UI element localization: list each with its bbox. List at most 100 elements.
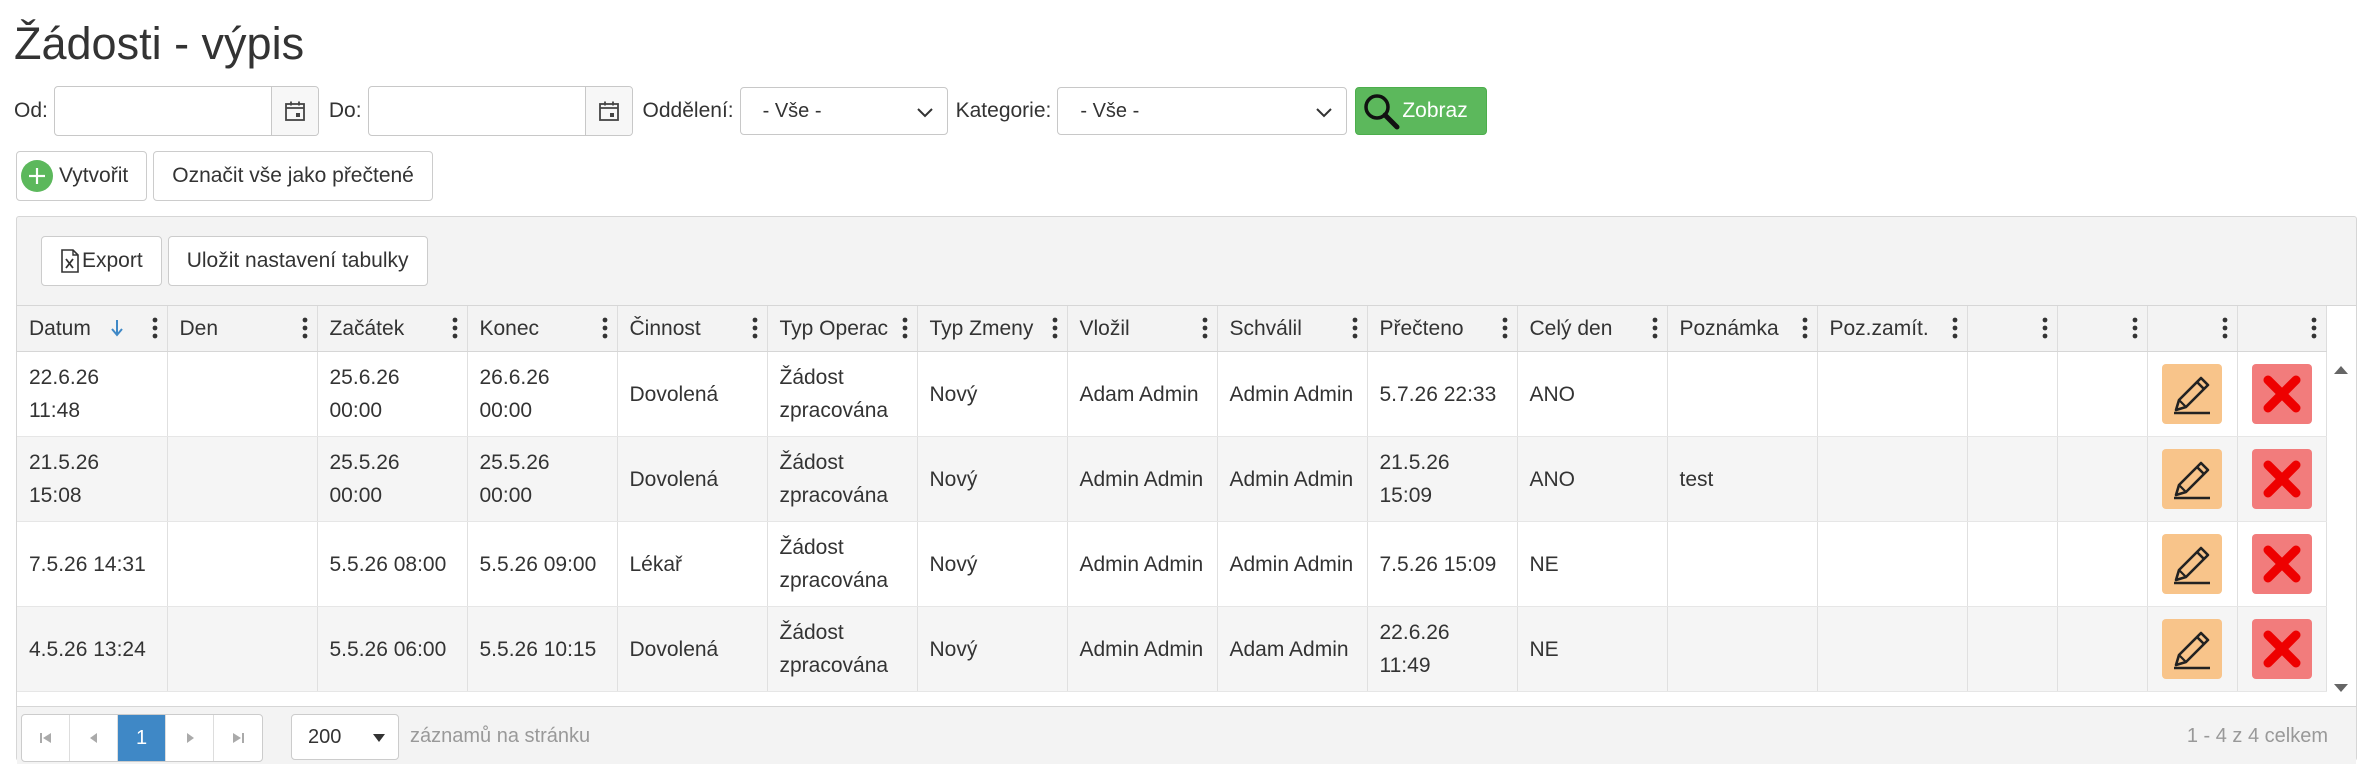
column-header[interactable] [2237,306,2327,352]
od-date-input[interactable] [54,87,271,133]
table-cell: Adam Admin [1217,606,1368,692]
page: Žádosti - výpis Od: Do: Oddělení: - Vše … [0,0,2372,784]
column-header[interactable]: Typ Operac [767,306,918,352]
delete-button[interactable] [2251,364,2312,424]
first-page-button[interactable] [22,715,70,761]
vertical-dots-icon[interactable] [901,316,909,340]
od-date-picker [53,86,319,136]
vertical-dots-icon[interactable] [1351,316,1359,340]
delete-button[interactable] [2251,449,2312,509]
table-row[interactable]: 21.5.26 15:08 25.5.26 00:00 25.5.26 00:00 D… [17,436,2327,522]
table-cell [1817,351,1968,437]
do-date-input[interactable] [368,87,585,133]
pencil-icon [2174,461,2210,500]
create-button[interactable]: Vytvořit [16,151,148,201]
current-page-button[interactable]: 1 [118,715,166,761]
scroll-down-arrow-icon[interactable] [2326,678,2356,698]
column-header[interactable]: Datum [17,306,168,352]
page-size-select[interactable]: 200 [291,714,399,760]
page-size-label: záznamů na stránku [410,725,591,747]
table-cell: 7.5.26 15:09 [1367,521,1518,607]
column-header[interactable] [2147,306,2238,352]
column-header[interactable]: Začátek [317,306,468,352]
column-header[interactable]: Schválil [1217,306,1368,352]
column-header[interactable]: Celý den [1517,306,1668,352]
save-table-settings-button[interactable]: Uložit nastavení tabulky [167,236,428,286]
vertical-dots-icon[interactable] [301,316,309,340]
vertical-dots-icon[interactable] [1201,316,1209,340]
table-cell: ANO [1517,436,1668,522]
table-row[interactable]: 7.5.26 14:31 5.5.26 08:00 5.5.26 09:00 Léka… [17,521,2327,607]
pencil-icon [2174,546,2210,585]
mark-all-read-button[interactable]: Označit vše jako přečtené [153,151,433,201]
table-cell: Admin Admin [1217,521,1368,607]
mark-all-read-label: Označit vše jako přečtené [172,164,414,187]
vertical-dots-icon[interactable] [1051,316,1059,340]
vertical-dots-icon[interactable] [1801,316,1809,340]
do-calendar-button[interactable] [584,87,632,135]
scroll-up-arrow-icon[interactable] [2326,360,2356,380]
oddeleni-select[interactable]: - Vše - [739,87,948,135]
column-header[interactable]: Poz.zamít. [1817,306,1968,352]
table-cell: 5.5.26 10:15 [467,606,618,692]
column-header-label: Schválil [1229,316,1302,340]
column-header[interactable]: Typ Zmeny [917,306,1068,352]
x-delete-icon [2263,375,2300,413]
table-cell: 5.5.26 08:00 [317,521,468,607]
table-header-row: Datum Den Začátek Konec Činnost Typ Oper… [17,306,2327,352]
vertical-dots-icon[interactable] [151,316,159,340]
vertical-dots-icon[interactable] [751,316,759,340]
zobraz-button[interactable]: Zobraz [1355,87,1487,135]
vertical-dots-icon[interactable] [1951,316,1959,340]
vertical-dots-icon[interactable] [601,316,609,340]
column-header[interactable]: Vložil [1067,306,1218,352]
vertical-dots-icon[interactable] [451,316,459,340]
od-calendar-button[interactable] [270,87,318,135]
zobraz-label: Zobraz [1402,99,1468,122]
edit-cell [2147,606,2238,692]
vertical-dots-icon[interactable] [1501,316,1509,340]
vertical-scrollbar[interactable] [2326,352,2356,702]
page-size-value: 200 [308,725,342,748]
delete-cell [2237,606,2327,692]
column-header[interactable]: Činnost [617,306,768,352]
table-row[interactable]: 4.5.26 13:24 5.5.26 06:00 5.5.26 10:15 Dovo… [17,606,2327,692]
delete-cell [2237,351,2327,437]
pager: 1 200 záznamů na stránku 1 - 4 z 4 celke… [17,706,2356,764]
table-cell: NE [1517,521,1668,607]
edit-button[interactable] [2162,364,2222,424]
column-header[interactable] [2057,306,2148,352]
table-cell: ANO [1517,351,1668,437]
vertical-dots-icon[interactable] [2131,316,2139,340]
table-cell [1817,606,1968,692]
column-header-label: Činnost [629,316,701,340]
kategorie-select[interactable]: - Vše - [1057,87,1348,135]
delete-button[interactable] [2251,619,2312,679]
edit-button[interactable] [2162,619,2222,679]
table-cell: Admin Admin [1067,521,1218,607]
column-header[interactable]: Den [167,306,318,352]
edit-button[interactable] [2162,449,2222,509]
table-cell [1967,436,2058,522]
column-header[interactable]: Poznámka [1667,306,1818,352]
table-cell: Žádost zpracována [767,436,918,522]
vertical-dots-icon[interactable] [2041,316,2049,340]
column-header[interactable]: Konec [467,306,618,352]
vertical-dots-icon[interactable] [2221,316,2229,340]
next-page-icon [186,733,194,743]
column-header[interactable]: Přečteno [1367,306,1518,352]
table-row[interactable]: 22.6.26 11:48 25.6.26 00:00 26.6.26 00:00 D… [17,351,2327,437]
next-page-button[interactable] [166,715,214,761]
last-page-button[interactable] [214,715,262,761]
column-header[interactable] [1967,306,2058,352]
column-header-label: Typ Zmeny [929,316,1034,340]
prev-page-button[interactable] [70,715,118,761]
delete-button[interactable] [2251,534,2312,594]
vertical-dots-icon[interactable] [1651,316,1659,340]
column-header-label: Typ Operac [779,316,889,340]
calendar-icon [284,101,305,121]
vertical-dots-icon[interactable] [2310,316,2318,340]
export-button[interactable]: Export [41,236,162,286]
edit-button[interactable] [2162,534,2222,594]
column-header-label: Přečteno [1379,316,1464,340]
